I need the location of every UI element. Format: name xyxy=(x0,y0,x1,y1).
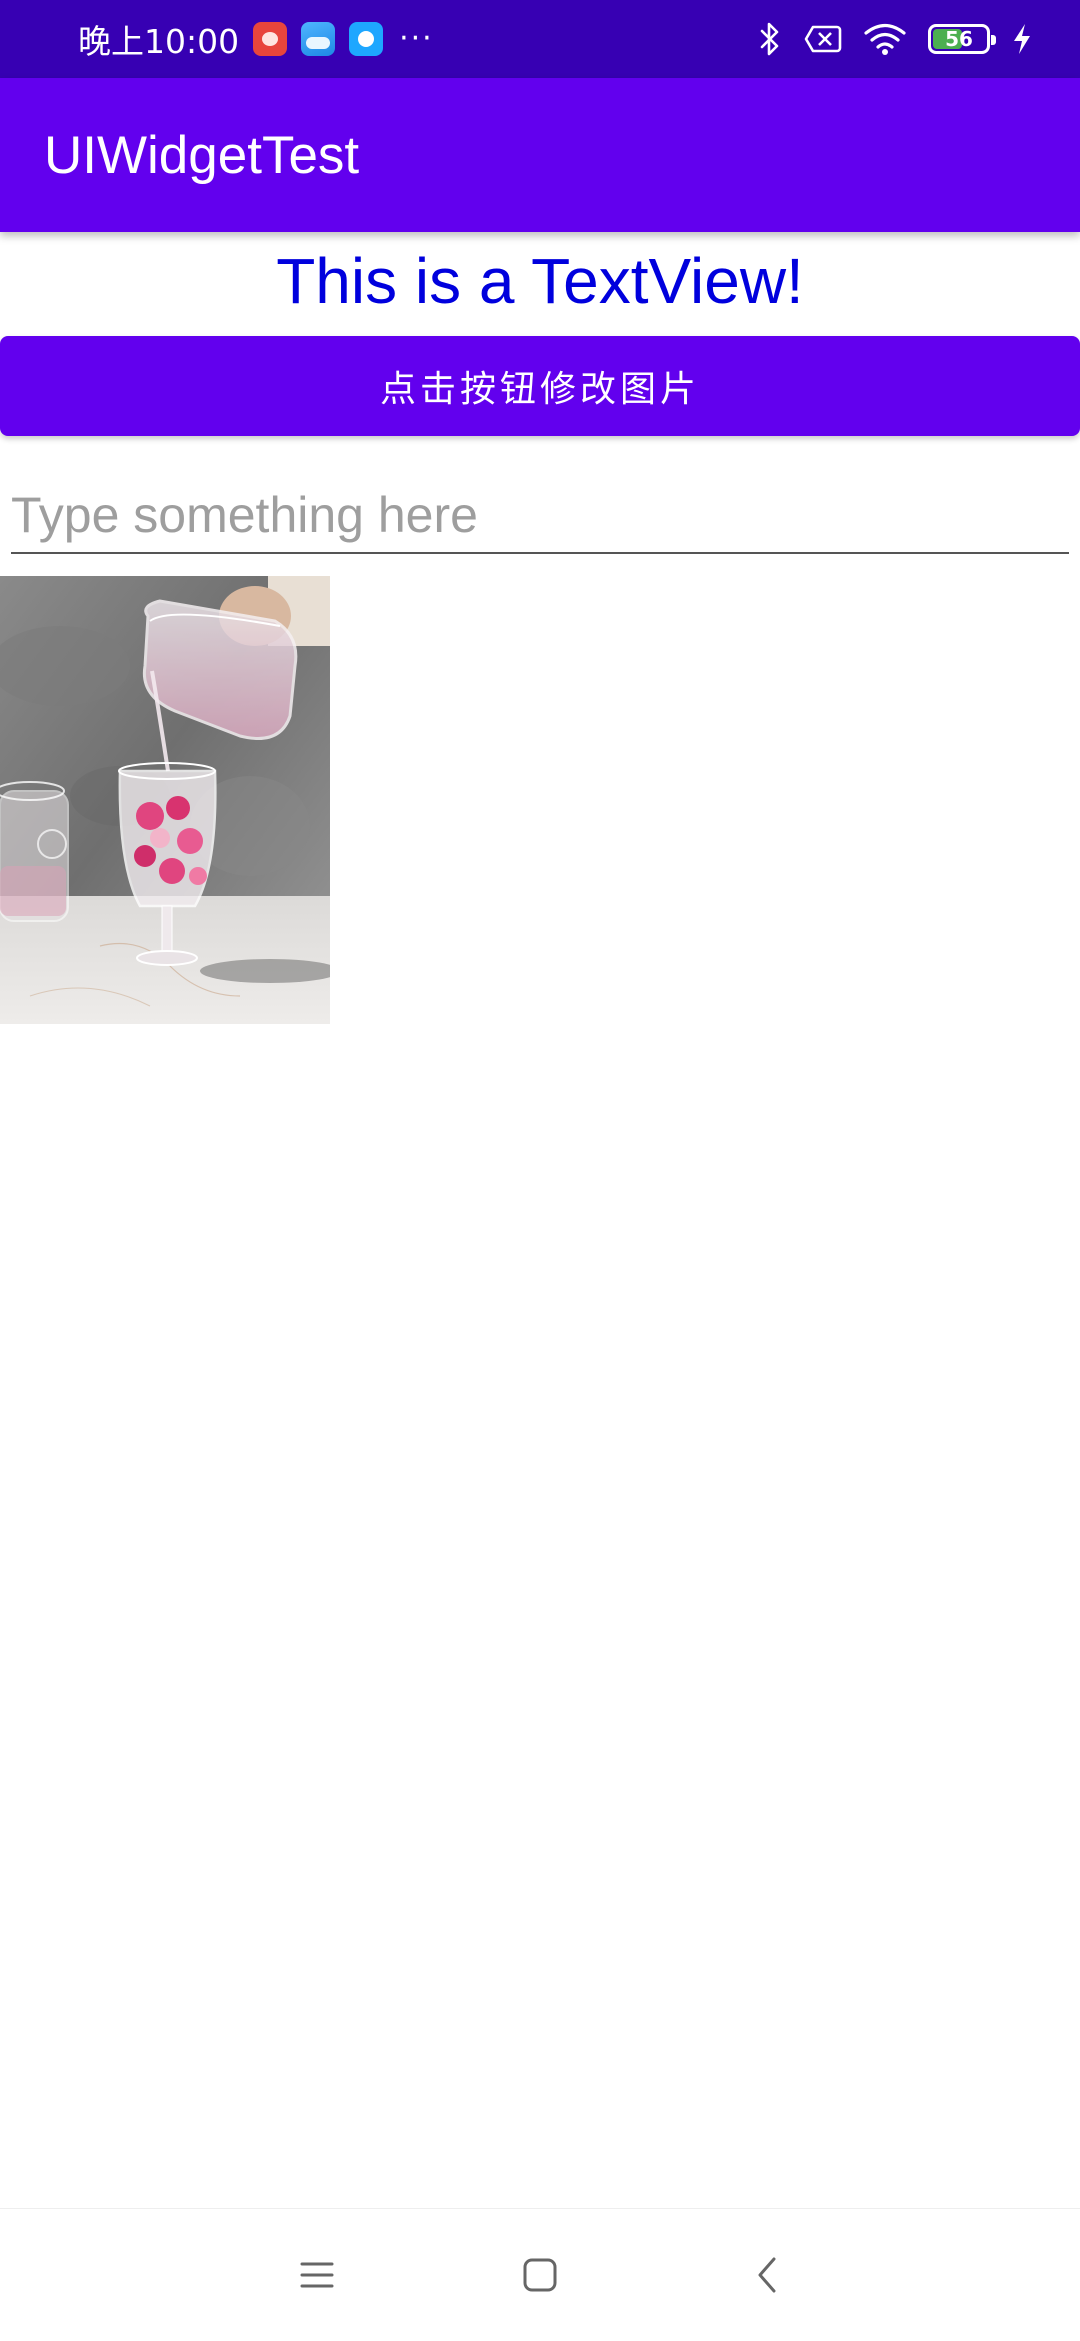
home-button[interactable] xyxy=(485,2209,595,2341)
back-button[interactable] xyxy=(712,2209,822,2341)
status-bar: 晚上10:00 ··· 56 xyxy=(0,0,1080,78)
menu-button[interactable] xyxy=(262,2209,372,2341)
home-icon xyxy=(523,2258,557,2292)
image-view xyxy=(0,576,330,1024)
change-image-button[interactable]: 点击按钮修改图片 xyxy=(0,336,1080,436)
sim-error-icon xyxy=(804,25,842,53)
text-view: This is a TextView! xyxy=(276,245,804,317)
navigation-bar xyxy=(0,2208,1080,2340)
status-time: 晚上10:00 xyxy=(78,22,240,61)
battery-icon: 56 xyxy=(928,24,996,54)
charging-icon xyxy=(1014,24,1030,54)
status-right: 56 xyxy=(758,21,1032,57)
app-notification-red-icon xyxy=(253,22,288,56)
pink-drink-photo xyxy=(0,576,330,1024)
text-input[interactable] xyxy=(11,478,1069,554)
app-bar: UIWidgetTest xyxy=(0,78,1080,232)
battery-level: 56 xyxy=(945,27,973,51)
menu-icon xyxy=(300,2262,334,2288)
more-notifications-icon: ··· xyxy=(399,21,434,56)
status-left: 晚上10:00 ··· xyxy=(78,15,434,63)
app-title: UIWidgetTest xyxy=(44,125,360,185)
wifi-icon xyxy=(864,23,906,55)
bluetooth-icon xyxy=(760,22,779,56)
back-icon xyxy=(758,2257,776,2293)
chat-app-icon xyxy=(349,22,384,56)
weather-app-icon xyxy=(301,22,336,56)
